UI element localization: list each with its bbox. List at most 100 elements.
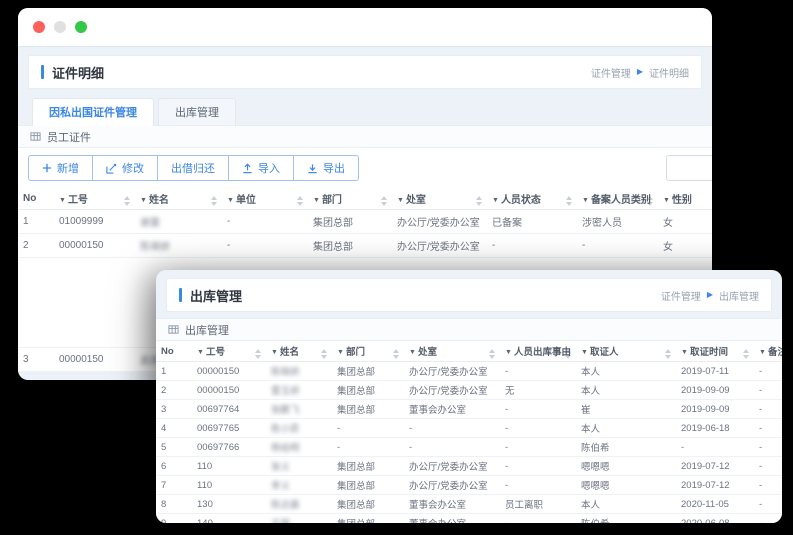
column-header[interactable]: ▼ 处室 bbox=[392, 188, 487, 210]
breadcrumb-parent[interactable]: 证件管理 bbox=[591, 65, 631, 80]
filter-funnel-icon[interactable]: ▼ bbox=[492, 197, 499, 204]
table-row[interactable]: 8130陈达晨集团总部董事会办公室员工离职本人2020-11-05-2020-1… bbox=[156, 494, 782, 514]
edit-button[interactable]: 修改 bbox=[92, 155, 158, 181]
sort-icon[interactable] bbox=[665, 348, 671, 359]
table-cell: 杨伯明 bbox=[266, 437, 332, 457]
column-header-label: 备案人员类别 bbox=[590, 195, 651, 206]
tab-private-exit-certificates[interactable]: 因私出国证件管理 bbox=[32, 98, 154, 126]
toolbar-button-group: 新增 修改 出借归还 导入 导出 bbox=[28, 155, 359, 181]
column-header[interactable]: ▼ 人员状态 bbox=[487, 188, 577, 210]
column-header-label: 备注 bbox=[767, 346, 782, 358]
filter-funnel-icon[interactable]: ▼ bbox=[581, 349, 588, 356]
sort-icon[interactable] bbox=[255, 348, 261, 359]
table-cell: 嗯嗯嗯 bbox=[576, 475, 676, 495]
column-header[interactable]: ▼ 姓名 bbox=[135, 188, 222, 210]
table-row[interactable]: 300697764张鹏飞集团总部董事会办公室-崔2019-09-09-2019-… bbox=[156, 399, 782, 419]
outbound-table: No▼工号▼姓名▼部门▼处室▼人员出库事由▼取证人▼取证时间▼备注▼操作时间 1… bbox=[156, 341, 782, 523]
column-header[interactable]: ▼ 工号 bbox=[192, 341, 266, 362]
filter-funnel-icon[interactable]: ▼ bbox=[663, 197, 670, 204]
add-button[interactable]: 新增 bbox=[28, 155, 93, 181]
minimize-window-icon[interactable] bbox=[54, 21, 66, 33]
filter-funnel-icon[interactable]: ▼ bbox=[337, 349, 344, 356]
sort-icon[interactable] bbox=[743, 348, 749, 359]
table-cell: - bbox=[487, 233, 577, 258]
filter-funnel-icon[interactable]: ▼ bbox=[271, 349, 278, 356]
mac-titlebar bbox=[18, 8, 712, 47]
table-cell: 2019-07-12 bbox=[676, 456, 754, 476]
sort-icon[interactable] bbox=[566, 196, 572, 206]
filter-funnel-icon[interactable]: ▼ bbox=[59, 197, 66, 204]
breadcrumb-parent[interactable]: 证件管理 bbox=[661, 288, 701, 303]
import-icon bbox=[243, 162, 252, 173]
sort-icon[interactable] bbox=[393, 348, 399, 359]
column-header: No bbox=[156, 341, 192, 362]
column-header-label: 部门 bbox=[321, 195, 342, 206]
column-header-label: 取证时间 bbox=[689, 346, 728, 358]
column-header[interactable]: ▼ 单位 bbox=[222, 188, 308, 210]
table-cell: 8 bbox=[156, 494, 192, 514]
column-header[interactable]: ▼ 取证人 bbox=[576, 341, 676, 362]
import-button[interactable]: 导入 bbox=[228, 155, 294, 181]
filter-funnel-icon[interactable]: ▼ bbox=[197, 349, 204, 356]
column-header[interactable]: ▼ 取证时间 bbox=[676, 341, 754, 362]
lend-return-button[interactable]: 出借归还 bbox=[157, 155, 229, 181]
filter-funnel-icon[interactable]: ▼ bbox=[397, 197, 404, 204]
filter-funnel-icon[interactable]: ▼ bbox=[759, 349, 766, 356]
table-row[interactable]: 500697766杨伯明---陈伯希--2020-06-04 bbox=[156, 437, 782, 457]
table-row[interactable]: 101009999谢蕾-集团总部办公厅/党委办公室已备案涉密人员女中共党员 bbox=[18, 209, 712, 234]
filter-funnel-icon[interactable]: ▼ bbox=[681, 349, 688, 356]
table-cell: 陈达晨 bbox=[266, 494, 332, 514]
table-cell: 集团总部 bbox=[332, 513, 404, 523]
close-window-icon[interactable] bbox=[33, 21, 45, 33]
import-button-label: 导入 bbox=[258, 163, 280, 175]
table-cell: 2020-11-05 bbox=[676, 494, 754, 514]
filter-funnel-icon[interactable]: ▼ bbox=[505, 349, 512, 356]
table-cell: 嗯嗯嗯 bbox=[576, 456, 676, 476]
sort-icon[interactable] bbox=[381, 196, 387, 206]
column-header[interactable]: ▼ 备案人员类别 bbox=[577, 188, 658, 210]
table-row[interactable]: 200000150雷玉娇集团总部办公厅/党委办公室无本人2019-09-09-2… bbox=[156, 380, 782, 400]
zoom-window-icon[interactable] bbox=[75, 21, 87, 33]
filter-select[interactable] bbox=[666, 155, 712, 181]
table-row[interactable]: 400697765陈小弈---本人2019-06-18-2019-06-18 bbox=[156, 418, 782, 438]
toolbar: 新增 修改 出借归还 导入 导出 bbox=[18, 148, 712, 188]
add-button-label: 新增 bbox=[57, 163, 79, 175]
sort-icon[interactable] bbox=[124, 196, 130, 206]
column-header[interactable]: ▼ 处室 bbox=[404, 341, 500, 362]
table-row[interactable]: 7110李义集团总部办公厅/党委办公室-嗯嗯嗯2019-07-12-2019-0… bbox=[156, 475, 782, 495]
table-row[interactable]: 200000150陈瑛娇-集团总部办公厅/党委办公室--女中共党员 bbox=[18, 233, 712, 258]
filter-funnel-icon[interactable]: ▼ bbox=[140, 197, 147, 204]
sort-icon[interactable] bbox=[321, 348, 327, 359]
filter-funnel-icon[interactable]: ▼ bbox=[227, 197, 234, 204]
table-row[interactable]: 100000150陈晓娇集团总部办公厅/党委办公室-本人2019-07-11-2… bbox=[156, 361, 782, 381]
sort-icon[interactable] bbox=[211, 196, 217, 206]
column-header-label: 姓名 bbox=[279, 346, 299, 358]
sort-icon[interactable] bbox=[489, 348, 495, 359]
column-header[interactable]: ▼ 部门 bbox=[308, 188, 392, 210]
table-row[interactable]: 6110张义集团总部办公厅/党委办公室-嗯嗯嗯2019-07-12-2019-0… bbox=[156, 456, 782, 476]
edit-icon bbox=[106, 163, 117, 174]
filter-funnel-icon[interactable]: ▼ bbox=[409, 349, 416, 356]
breadcrumb-arrow-icon: ▶ bbox=[706, 290, 713, 299]
column-header[interactable]: ▼ 性别 bbox=[658, 188, 712, 210]
redacted-name: 陈晓娇 bbox=[271, 367, 300, 378]
column-header[interactable]: ▼ 部门 bbox=[332, 341, 404, 362]
section-title: 员工证件 bbox=[47, 131, 91, 144]
table-cell: - bbox=[754, 380, 782, 400]
filter-funnel-icon[interactable]: ▼ bbox=[313, 197, 320, 204]
column-header[interactable]: ▼ 姓名 bbox=[266, 341, 332, 362]
page-title-text: 证件明细 bbox=[52, 65, 105, 81]
tab-outbound-management[interactable]: 出库管理 bbox=[158, 98, 236, 125]
column-header[interactable]: ▼备注 bbox=[754, 341, 782, 362]
sort-icon[interactable] bbox=[297, 196, 303, 206]
table-cell: - bbox=[754, 456, 782, 476]
export-button[interactable]: 导出 bbox=[293, 155, 359, 181]
table-row[interactable]: 9140王琴集团总部董事会办公室-陈伯希2020-06-08-2020-06-0… bbox=[156, 513, 782, 523]
column-header[interactable]: ▼ 人员出库事由 bbox=[500, 341, 576, 362]
table-cell: 张鹏飞 bbox=[266, 399, 332, 419]
sort-icon[interactable] bbox=[476, 196, 482, 206]
filter-funnel-icon[interactable]: ▼ bbox=[582, 197, 589, 204]
table-cell: 00000150 bbox=[192, 361, 266, 381]
table-cell: 集团总部 bbox=[332, 380, 404, 400]
column-header[interactable]: ▼ 工号 bbox=[54, 188, 135, 210]
